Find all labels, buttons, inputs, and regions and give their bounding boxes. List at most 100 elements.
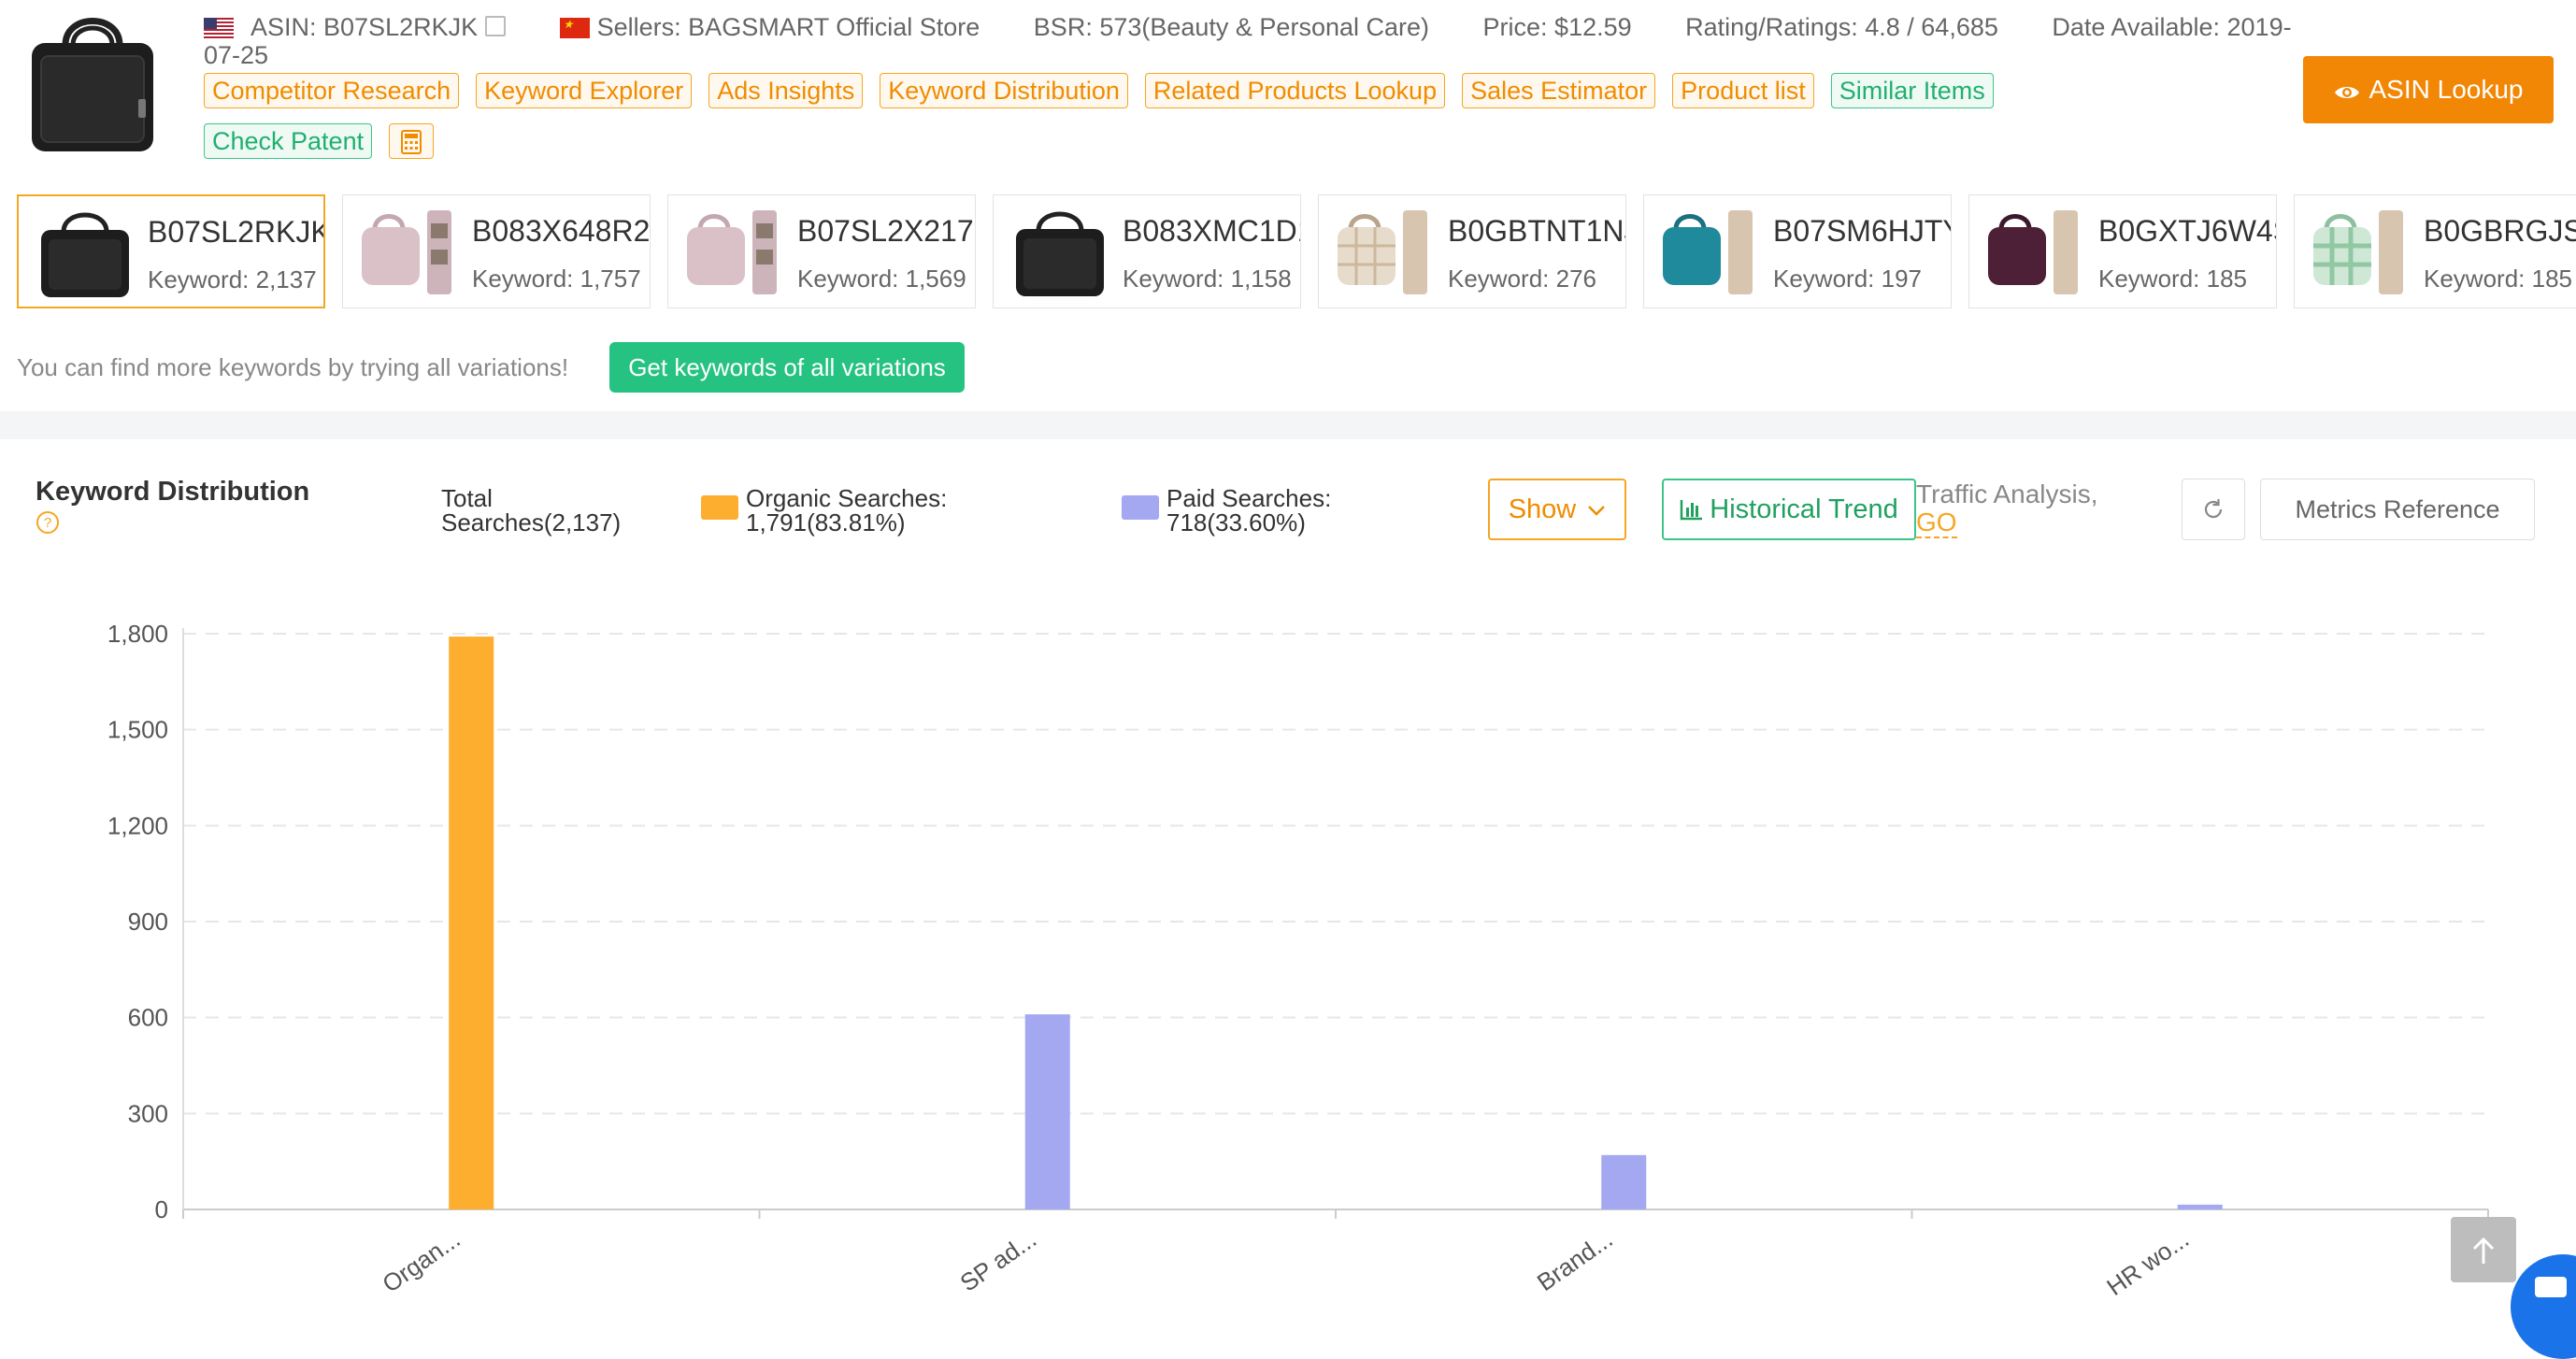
variation-keyword-count: Keyword: 1,158 [1123, 265, 1292, 293]
paid-legend-swatch[interactable] [1122, 495, 1159, 520]
variation-keyword-count: Keyword: 185 [2098, 265, 2247, 293]
chart-bar [1024, 1014, 1070, 1209]
variation-card[interactable]: B0GBTNT1NJ Keyword: 276 [1318, 194, 1626, 308]
get-all-variations-button[interactable]: Get keywords of all variations [609, 342, 965, 393]
variation-asin: B083XMC1D1 [1123, 214, 1301, 248]
refresh-button[interactable] [2182, 479, 2245, 540]
y-tick-label: 1,200 [107, 811, 168, 839]
variation-asin: B07SL2RKJK [148, 215, 325, 249]
variation-card[interactable]: B07SL2RKJK Keyword: 2,137 [17, 194, 325, 308]
variation-card[interactable]: B083X648R2 Keyword: 1,757 [342, 194, 651, 308]
paid-searches-value: 718(33.60%) [1166, 508, 1306, 536]
keyword-distribution-link[interactable]: Keyword Distribution [880, 73, 1128, 108]
tool-links: Competitor Research Keyword Explorer Ads I… [204, 73, 2297, 174]
section-title: Keyword Distribution [36, 477, 310, 507]
chart-bar [449, 637, 494, 1209]
variation-card[interactable]: B07SM6HJTY Keyword: 197 [1643, 194, 1952, 308]
variation-keyword-count: Keyword: 1,757 [472, 265, 641, 293]
keyword-explorer-link[interactable]: Keyword Explorer [476, 73, 693, 108]
variation-keyword-count: Keyword: 197 [1773, 265, 1922, 293]
product-meta: ASIN: B07SL2RKJK Sellers: BAGSMART Offic… [204, 13, 2297, 69]
variation-keyword-count: Keyword: 1,569 [797, 265, 966, 293]
bsr-label: BSR: 573(Beauty & Personal Care) [1033, 13, 1430, 41]
x-tick-label: HR wo... [2101, 1224, 2194, 1301]
variation-asin: B07SM6HJTY [1773, 214, 1952, 248]
variation-asin: B0GBTNT1NJ [1448, 214, 1626, 248]
eye-icon [2334, 87, 2359, 98]
y-tick-label: 600 [128, 1004, 168, 1032]
variation-asin: B07SL2X217 [797, 214, 974, 248]
variation-thumb [687, 210, 777, 294]
price-label: Price: $12.59 [1482, 13, 1632, 41]
paid-searches: Paid Searches: 718(33.60%) [1166, 486, 1331, 535]
chart-bar [2177, 1204, 2223, 1209]
variation-thumb [1338, 210, 1427, 294]
variation-card[interactable]: B083XMC1D1 Keyword: 1,158 [993, 194, 1301, 308]
arrow-up-icon [2472, 1237, 2495, 1264]
organic-searches: Organic Searches: 1,791(83.81%) [746, 486, 947, 535]
external-link-icon[interactable] [485, 16, 507, 36]
refresh-icon [2204, 499, 2223, 519]
svg-text:?: ? [44, 515, 51, 531]
variation-asin: B0GBRGJSP0 [2424, 214, 2576, 248]
historical-trend-button[interactable]: Historical Trend [1662, 479, 1916, 540]
variation-keyword-count: Keyword: 2,137 [148, 265, 317, 293]
historical-trend-label: Historical Trend [1710, 494, 1898, 524]
calculator-button[interactable] [389, 123, 435, 159]
variation-keyword-count: Keyword: 185 [2424, 265, 2572, 293]
x-tick-label: Brand... [1532, 1224, 1618, 1296]
variation-asin: B083X648R2 [472, 214, 651, 248]
organic-legend-swatch[interactable] [701, 495, 738, 520]
show-dropdown-label: Show [1508, 494, 1577, 524]
y-tick-label: 0 [155, 1195, 168, 1223]
asin-lookup-button[interactable]: ASIN Lookup [2303, 56, 2554, 123]
variations-hint: You can find more keywords by trying all… [17, 353, 569, 381]
x-tick-label: SP ad... [955, 1224, 1042, 1296]
variation-keyword-count: Keyword: 276 [1448, 265, 1596, 293]
y-tick-label: 1,800 [107, 620, 168, 648]
related-products-lookup-link[interactable]: Related Products Lookup [1144, 73, 1446, 108]
bar-chart-icon [1681, 500, 1703, 521]
total-searches: Total Searches(2,137) [441, 486, 621, 535]
show-dropdown[interactable]: Show [1488, 479, 1626, 540]
traffic-analysis: Traffic Analysis, GO [1916, 480, 2098, 538]
section-divider [0, 411, 2576, 439]
y-tick-label: 300 [128, 1099, 168, 1127]
y-tick-label: 900 [128, 908, 168, 936]
chat-icon [2535, 1277, 2567, 1297]
competitor-research-link[interactable]: Competitor Research [204, 73, 460, 108]
ads-insights-link[interactable]: Ads Insights [708, 73, 864, 108]
check-patent-link[interactable]: Check Patent [204, 123, 373, 159]
paid-searches-label: Paid Searches: [1166, 484, 1332, 512]
keyword-distribution-chart: 0 300 600 900 1,200 1,500 1,800 Organ... SP ad..… [107, 620, 2489, 1301]
chevron-down-icon [1588, 506, 1606, 516]
asin-lookup-label: ASIN Lookup [2368, 75, 2524, 104]
metrics-reference-button[interactable]: Metrics Reference [2260, 479, 2535, 540]
similar-items-link[interactable]: Similar Items [1830, 73, 1994, 108]
variation-thumb [1663, 210, 1753, 294]
product-image [32, 18, 153, 151]
product-list-link[interactable]: Product list [1672, 73, 1814, 108]
traffic-go-link[interactable]: GO [1916, 508, 1957, 538]
chart-bar [1601, 1154, 1647, 1209]
variation-card[interactable]: B07SL2X217 Keyword: 1,569 [667, 194, 976, 308]
variation-card[interactable]: B0GXTJ6W4S Keyword: 185 [1968, 194, 2277, 308]
back-to-top-button[interactable] [2451, 1217, 2516, 1282]
total-searches-label: Total [441, 484, 493, 512]
variation-asin: B0GXTJ6W4S [2098, 214, 2277, 248]
us-flag-icon [204, 18, 234, 38]
cn-flag-icon [559, 18, 590, 38]
help-icon[interactable]: ? [36, 510, 60, 535]
seller-label[interactable]: Sellers: BAGSMART Official Store [597, 13, 980, 41]
calculator-icon [401, 130, 422, 154]
variation-thumb [1988, 210, 2078, 294]
organic-searches-value: 1,791(83.81%) [746, 508, 906, 536]
asin-label: ASIN: B07SL2RKJK [250, 13, 479, 41]
variation-card[interactable]: B0GBRGJSP0 Keyword: 185 [2294, 194, 2576, 308]
y-tick-label: 1,500 [107, 716, 168, 744]
variation-thumb [1016, 211, 1104, 296]
sales-estimator-link[interactable]: Sales Estimator [1462, 73, 1656, 108]
variation-thumb [41, 212, 129, 297]
rating-label: Rating/Ratings: 4.8 / 64,685 [1685, 13, 1998, 41]
organic-searches-label: Organic Searches: [746, 484, 948, 512]
